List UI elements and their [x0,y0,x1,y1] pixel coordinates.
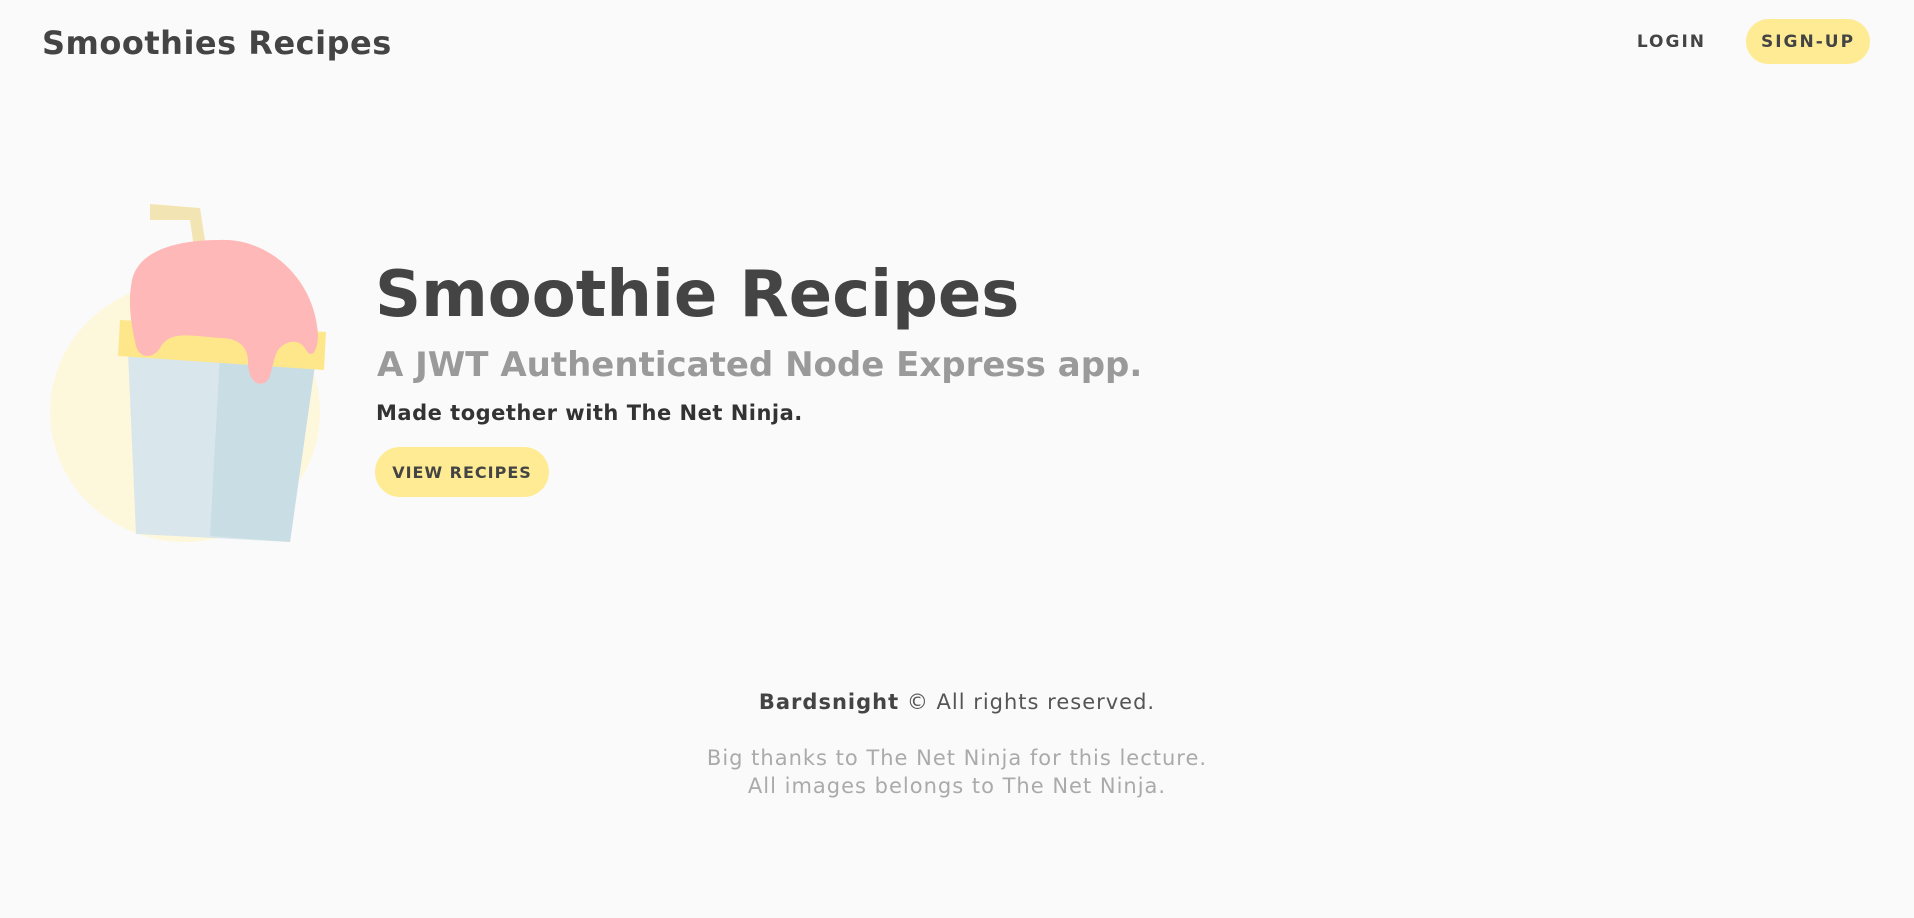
hero-section: Smoothie Recipes A JWT Authenticated Nod… [375,255,1275,497]
signup-button[interactable]: SIGN-UP [1746,19,1870,64]
footer-rights: © All rights reserved. [906,690,1156,714]
footer-thanks-line: Big thanks to The Net Ninja for this lec… [706,746,1208,770]
hero-subtitle: A JWT Authenticated Node Express app. [377,345,1143,385]
footer: Bardsnight © All rights reserved. Big th… [0,690,1914,800]
brand-logo[interactable]: Smoothies Recipes [42,24,392,62]
hero-title: Smoothie Recipes [375,258,1020,332]
view-recipes-button[interactable]: VIEW RECIPES [375,447,549,497]
hero-tagline: Made together with The Net Ninja. [376,401,803,425]
footer-brand: Bardsnight [758,690,900,714]
smoothie-cup-image [50,204,326,542]
nav-links: LOGIN SIGN-UP [1617,19,1870,64]
navbar: Smoothies Recipes LOGIN SIGN-UP [0,0,1914,86]
login-link[interactable]: LOGIN [1617,20,1726,64]
smoothie-illustration [50,200,330,550]
footer-images-line: All images belongs to The Net Ninja. [747,774,1167,798]
footer-thanks: Big thanks to The Net Ninja for this lec… [0,744,1914,800]
footer-copyright: Bardsnight © All rights reserved. [0,690,1914,714]
